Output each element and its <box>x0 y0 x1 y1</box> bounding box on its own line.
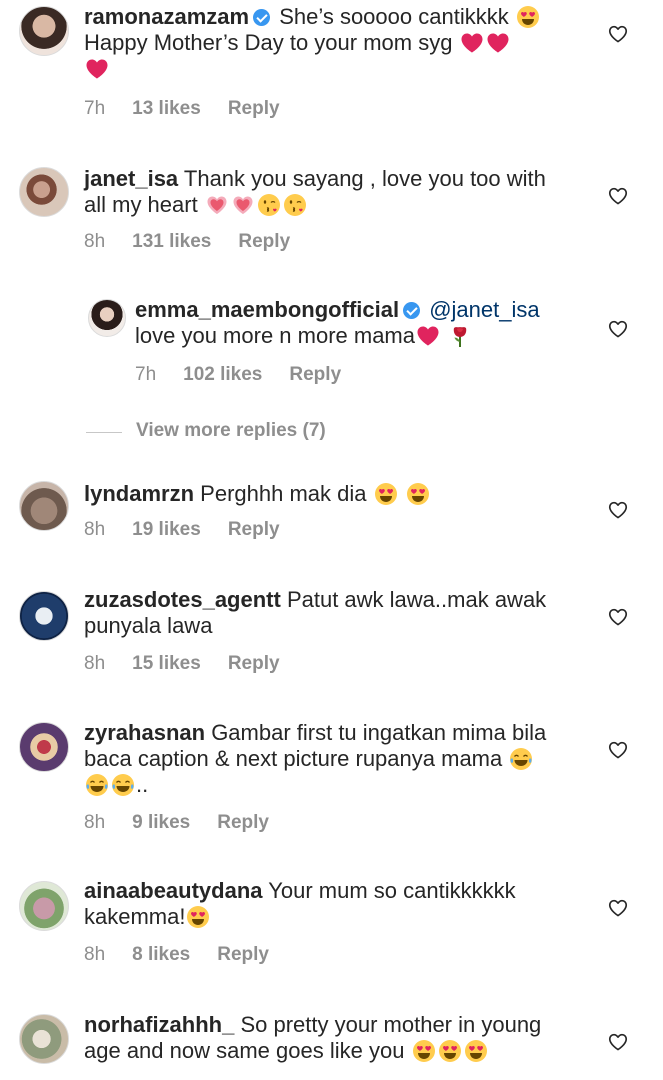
view-more-replies-label: View more replies (7) <box>136 420 326 441</box>
comment-time: 8h <box>84 653 106 674</box>
face-blowing-kiss-emoji <box>257 193 281 217</box>
red-heart-emoji <box>416 324 440 348</box>
comment-text: She’s sooooo cantikkkk <box>279 4 509 29</box>
comment-text: Your mum so cantikkkkkk <box>268 878 516 903</box>
comment-likes[interactable]: 15 likes <box>132 653 201 674</box>
comment-time: 8h <box>84 812 106 833</box>
rose-emoji <box>448 324 472 348</box>
comment-text-line3: .. <box>136 772 149 797</box>
comment-item: zyrahasnan Gambar first tu ingatkan mima… <box>0 718 663 848</box>
avatar[interactable] <box>19 481 69 531</box>
reply-button[interactable]: Reply <box>217 944 269 965</box>
red-heart-emoji <box>486 31 510 55</box>
comment-text-line2: love you more n more mama <box>135 323 415 348</box>
reply-button[interactable]: Reply <box>228 98 280 119</box>
comment-username[interactable]: lyndamrzn <box>84 481 194 506</box>
verified-badge-icon <box>403 302 421 319</box>
comment-time: 8h <box>84 944 106 965</box>
comment-meta: 7h 13 likes Reply <box>84 98 307 120</box>
comment-text: Perghhh mak dia <box>200 481 367 506</box>
comment-time: 8h <box>84 231 106 252</box>
heart-outline-icon[interactable] <box>607 318 629 340</box>
tears-of-joy-emoji <box>85 773 109 797</box>
comment-meta: 8h 8 likes Reply <box>84 944 296 966</box>
comment-reply-item: emma_maembongofficial @janet_isa love yo… <box>0 293 663 403</box>
comment-username[interactable]: zyrahasnan <box>84 720 205 745</box>
comment-likes[interactable]: 102 likes <box>183 364 262 385</box>
comment-text-line2: age and now same goes like you <box>84 1038 405 1063</box>
comment-meta: 8h 9 likes Reply <box>84 812 296 834</box>
comment-item: ainaabeautydana Your mum so cantikkkkkk … <box>0 876 663 986</box>
comment-likes[interactable]: 9 likes <box>132 812 190 833</box>
reply-button[interactable]: Reply <box>228 653 280 674</box>
comment-meta: 8h 19 likes Reply <box>84 519 307 541</box>
heart-outline-icon[interactable] <box>607 739 629 761</box>
heart-eyes-emoji <box>412 1039 436 1063</box>
tears-of-joy-emoji <box>509 747 533 771</box>
comment-time: 7h <box>135 364 157 385</box>
red-heart-emoji <box>85 57 109 81</box>
comment-item: ramonazamzam She’s sooooo cantikkkk Happ… <box>0 0 663 130</box>
comment-text-line2: punyala lawa <box>84 613 213 638</box>
growing-heart-emoji <box>205 193 229 217</box>
comment-username[interactable]: norhafizahhh_ <box>84 1012 234 1037</box>
comment-meta: 7h 102 likes Reply <box>135 364 368 386</box>
heart-eyes-emoji <box>516 5 540 29</box>
comment-username[interactable]: ramonazamzam <box>84 4 249 29</box>
heart-outline-icon[interactable] <box>607 897 629 919</box>
avatar[interactable] <box>19 167 69 217</box>
comment-time: 8h <box>84 519 106 540</box>
red-heart-emoji <box>460 31 484 55</box>
heart-outline-icon[interactable] <box>607 1031 629 1053</box>
comment-text-line2: all my heart <box>84 192 198 217</box>
comment-text-line2: Happy Mother’s Day to your mom syg <box>84 30 453 55</box>
comment-likes[interactable]: 8 likes <box>132 944 190 965</box>
heart-eyes-emoji <box>438 1039 462 1063</box>
comment-text-line2: baca caption & next picture rupanya mama <box>84 746 503 771</box>
heart-eyes-emoji <box>464 1039 488 1063</box>
comment-likes[interactable]: 13 likes <box>132 98 201 119</box>
comment-username[interactable]: ainaabeautydana <box>84 878 263 903</box>
comment-item: janet_isa Thank you sayang , love you to… <box>0 160 663 270</box>
comment-username[interactable]: zuzasdotes_agentt <box>84 587 281 612</box>
comment-text: Gambar first tu ingatkan mima bila <box>211 720 547 745</box>
avatar[interactable] <box>19 1014 69 1064</box>
comment-username[interactable]: janet_isa <box>84 166 178 191</box>
comment-likes[interactable]: 19 likes <box>132 519 201 540</box>
divider <box>86 432 122 433</box>
comment-text: So pretty your mother in young <box>240 1012 542 1037</box>
reply-button[interactable]: Reply <box>238 231 290 252</box>
comment-meta: 8h 15 likes Reply <box>84 653 307 675</box>
avatar[interactable] <box>19 6 69 56</box>
reply-button[interactable]: Reply <box>228 519 280 540</box>
heart-eyes-emoji <box>406 482 430 506</box>
comment-text-line2: kakemma! <box>84 904 186 929</box>
comment-likes[interactable]: 131 likes <box>132 231 211 252</box>
comment-item: zuzasdotes_agentt Patut awk lawa..mak aw… <box>0 585 663 695</box>
avatar[interactable] <box>19 722 69 772</box>
reply-button[interactable]: Reply <box>289 364 341 385</box>
comment-item: norhafizahhh_ So pretty your mother in y… <box>0 1010 663 1080</box>
verified-badge-icon <box>253 9 271 26</box>
mention-link[interactable]: @janet_isa <box>429 297 539 322</box>
avatar[interactable] <box>88 299 126 337</box>
reply-button[interactable]: Reply <box>217 812 269 833</box>
comment-item: lyndamrzn Perghhh mak dia 8h 19 likes Repl… <box>0 475 663 555</box>
heart-outline-icon[interactable] <box>607 499 629 521</box>
face-blowing-kiss-emoji <box>283 193 307 217</box>
comment-time: 7h <box>84 98 106 119</box>
heart-outline-icon[interactable] <box>607 606 629 628</box>
comment-username[interactable]: emma_maembongofficial <box>135 297 399 322</box>
heart-outline-icon[interactable] <box>607 185 629 207</box>
comment-meta: 8h 131 likes Reply <box>84 231 317 253</box>
comment-text: Thank you sayang , love you too with <box>183 166 546 191</box>
comment-text: Patut awk lawa..mak awak <box>286 587 547 612</box>
growing-heart-emoji <box>231 193 255 217</box>
avatar[interactable] <box>19 591 69 641</box>
heart-outline-icon[interactable] <box>607 23 629 45</box>
heart-eyes-emoji <box>374 482 398 506</box>
heart-eyes-emoji <box>186 905 210 929</box>
tears-of-joy-emoji <box>111 773 135 797</box>
avatar[interactable] <box>19 881 69 931</box>
